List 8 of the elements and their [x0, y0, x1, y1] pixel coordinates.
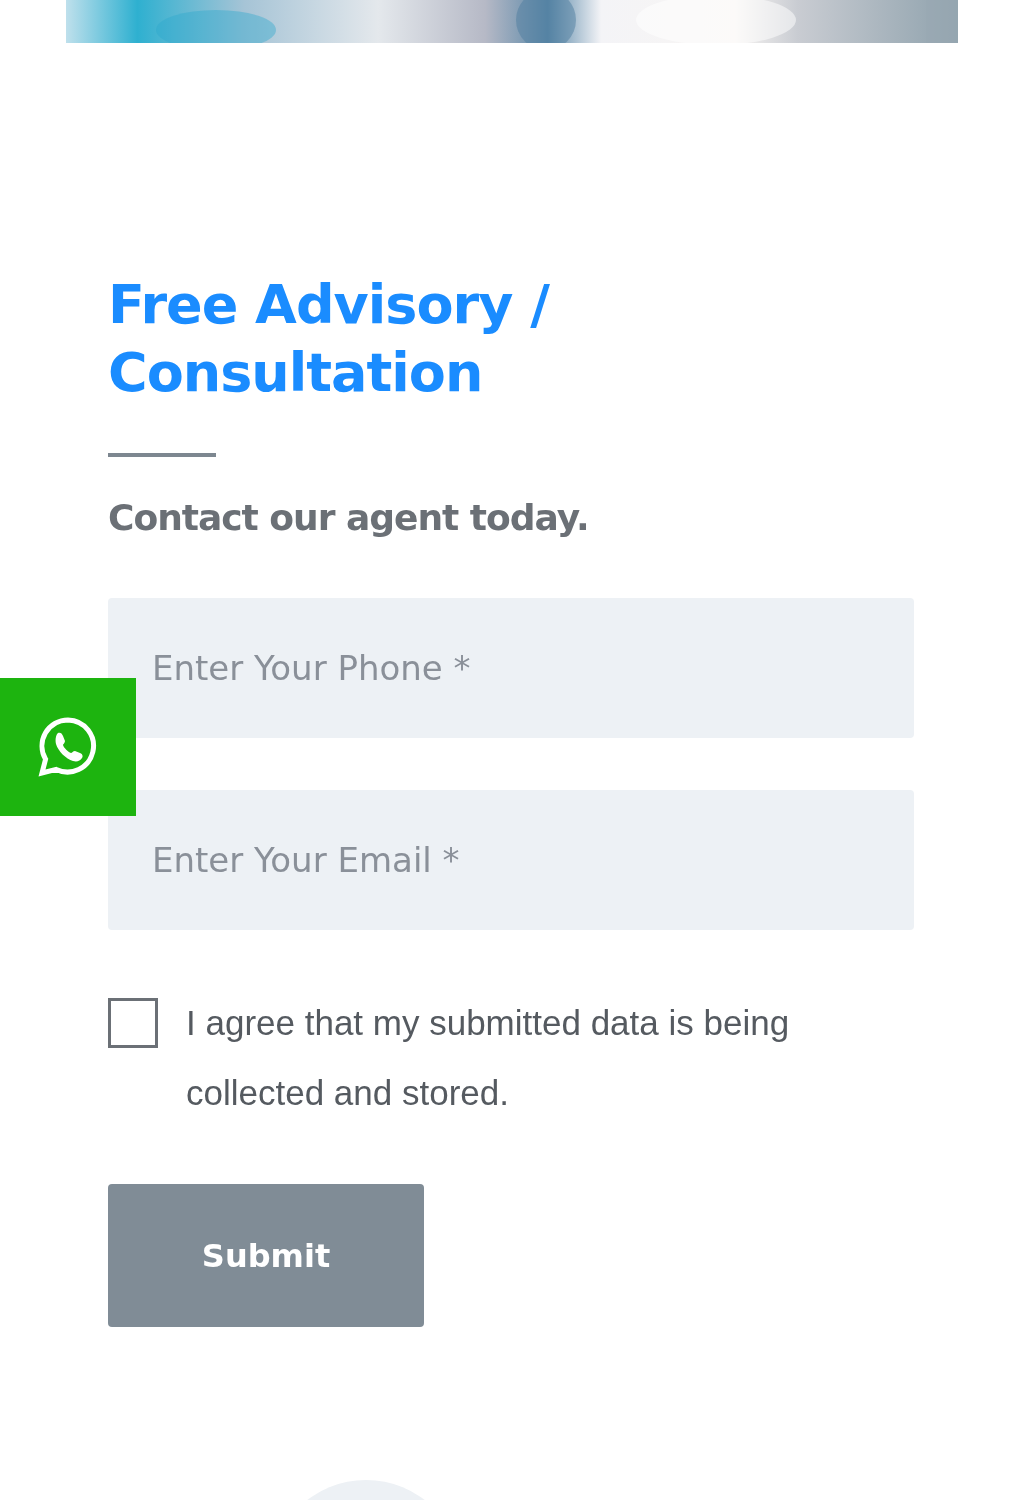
consent-label: I agree that my submitted data is being collected and stored. [186, 1002, 791, 1114]
submit-button[interactable]: Submit [108, 1184, 424, 1327]
form-title: Free Advisory / Consultation [108, 272, 551, 406]
chat-button[interactable] [0, 678, 136, 816]
form-subtitle: Contact our agent today. [108, 497, 590, 538]
checkbox[interactable] [108, 998, 158, 1048]
input-field[interactable]: Enter Your Email * [108, 790, 914, 930]
input-field[interactable]: Enter Your Phone * [108, 598, 914, 738]
